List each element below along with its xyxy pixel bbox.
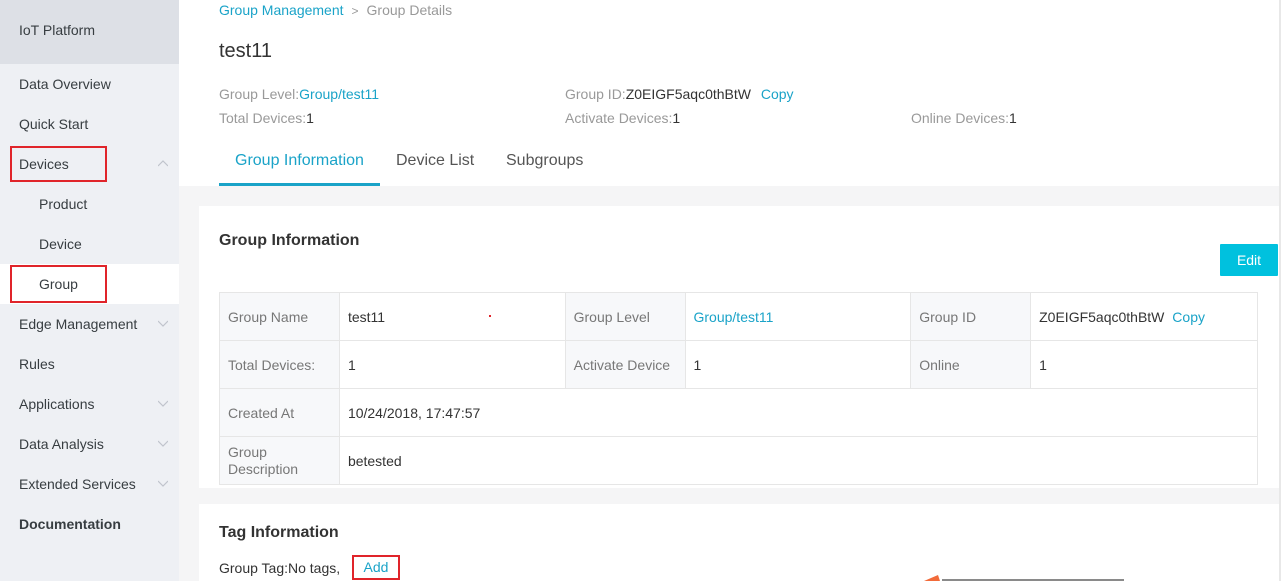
sidebar-item-label: Data Analysis — [19, 436, 104, 452]
sidebar-item-label: Rules — [19, 356, 55, 372]
chevron-down-icon — [158, 399, 168, 408]
chevron-up-icon — [158, 159, 168, 168]
sidebar-title: IoT Platform — [0, 0, 179, 64]
sidebar-item-label: Documentation — [19, 516, 121, 532]
chevron-down-icon — [158, 319, 168, 328]
created-at-value: 10/24/2018, 17:47:57 — [338, 388, 1259, 437]
breadcrumb: Group Management > Group Details — [219, 2, 452, 18]
sidebar-item-label: Applications — [19, 396, 95, 412]
sidebar-item-label: Edge Management — [19, 316, 138, 332]
tab-device-list[interactable]: Device List — [396, 152, 474, 170]
sidebar-item-extended-services[interactable]: Extended Services — [0, 464, 179, 504]
table-row: Created At 10/24/2018, 17:47:57 — [219, 388, 1259, 437]
sidebar-item-label: Extended Services — [19, 476, 136, 492]
group-id-cell: Z0EIGF5aqc0thBtW Copy — [1030, 292, 1258, 341]
page-header: Group Management > Group Details test11 Gr… — [179, 0, 1281, 186]
sidebar-item-documentation[interactable]: Documentation — [0, 504, 179, 544]
tab-subgroups[interactable]: Subgroups — [506, 152, 583, 170]
sidebar-item-label: Product — [39, 196, 88, 212]
group-description-value: betested — [338, 436, 1259, 485]
group-tag-text: Group Tag:No tags, — [219, 560, 341, 576]
total-devices-value: 1 — [306, 110, 314, 126]
edit-button[interactable]: Edit — [1220, 244, 1278, 276]
total-devices-label: Total Devices: — [219, 340, 340, 389]
breadcrumb-separator-icon: > — [351, 4, 359, 18]
group-id-value: Z0EIGF5aqc0thBtW — [625, 86, 751, 102]
online-value: 1 — [1030, 340, 1258, 389]
sidebar-item-label: Quick Start — [19, 116, 89, 132]
active-tab-indicator — [219, 183, 380, 186]
sidebar-item-product[interactable]: Product — [0, 184, 179, 224]
add-tag-link[interactable]: Add — [352, 555, 400, 580]
main-content: Group Management > Group Details test11 Gr… — [179, 0, 1281, 581]
summary-label: Group Level: — [219, 86, 300, 102]
online-label: Online — [910, 340, 1032, 389]
chevron-down-icon — [158, 479, 168, 488]
group-information-card: Group Information Edit Group Name test11… — [199, 206, 1279, 488]
breadcrumb-group-management[interactable]: Group Management — [219, 2, 344, 18]
sidebar-item-label: Data Overview — [19, 76, 111, 92]
activate-device-value: 1 — [684, 340, 912, 389]
group-level-link[interactable]: Group/test11 — [694, 309, 774, 325]
sidebar-item-edge-management[interactable]: Edge Management — [0, 304, 179, 344]
created-at-label: Created At — [219, 388, 340, 437]
summary-group-id: Group ID:Z0EIGF5aqc0thBtW Copy — [565, 86, 794, 102]
annotation-arrow-icon — [924, 575, 1124, 581]
page-title: test11 — [219, 40, 272, 62]
group-name-label: Group Name — [219, 292, 340, 341]
breadcrumb-current: Group Details — [366, 2, 453, 18]
sidebar-item-label: Device — [39, 236, 82, 252]
summary-online-devices: Online Devices:1 — [911, 110, 1017, 126]
red-dot — [488, 315, 491, 317]
copy-group-id-link[interactable]: Copy — [761, 86, 794, 102]
group-level-label: Group Level — [564, 292, 686, 341]
group-level-link[interactable]: Group/test11 — [299, 86, 379, 102]
summary-label: Total Devices: — [219, 110, 307, 126]
group-information-title: Group Information — [219, 232, 360, 249]
group-id-label: Group ID — [910, 292, 1032, 341]
tag-information-title: Tag Information — [219, 524, 339, 541]
online-devices-value: 1 — [1009, 110, 1017, 126]
tag-information-card: Tag Information Group Tag:No tags, Add — [199, 504, 1279, 581]
group-information-table: Group Name test11 Group Level Group/test… — [219, 292, 1259, 485]
group-name-value: test11 — [338, 292, 566, 341]
table-row: Group Name test11 Group Level Group/test… — [219, 292, 1258, 341]
summary-label: Online Devices: — [911, 110, 1010, 126]
tab-group-information[interactable]: Group Information — [235, 152, 364, 170]
summary-activate-devices: Activate Devices:1 — [565, 110, 680, 126]
sidebar-item-applications[interactable]: Applications — [0, 384, 179, 424]
summary-group-level: Group Level:Group/test11 — [219, 86, 379, 102]
highlight-box-devices — [10, 146, 107, 182]
activate-device-label: Activate Device — [564, 340, 686, 389]
group-description-label: Group Description — [219, 436, 340, 485]
sidebar-item-data-analysis[interactable]: Data Analysis — [0, 424, 179, 464]
table-row: Total Devices: 1 Activate Device 1 Onlin… — [219, 340, 1258, 389]
group-level-cell: Group/test11 — [684, 292, 912, 341]
copy-group-id-link[interactable]: Copy — [1172, 309, 1205, 325]
sidebar-item-rules[interactable]: Rules — [0, 344, 179, 384]
group-name-text: test11 — [347, 308, 386, 325]
sidebar: IoT Platform Data Overview Quick Start D… — [0, 0, 179, 581]
sidebar-item-device[interactable]: Device — [0, 224, 179, 264]
chevron-down-icon — [158, 439, 168, 448]
summary-total-devices: Total Devices:1 — [219, 110, 314, 126]
total-devices-value: 1 — [338, 340, 566, 389]
summary-label: Activate Devices: — [565, 110, 673, 126]
sidebar-item-data-overview[interactable]: Data Overview — [0, 64, 179, 104]
summary-label: Group ID: — [565, 86, 626, 102]
sidebar-item-quick-start[interactable]: Quick Start — [0, 104, 179, 144]
table-row: Group Description betested — [219, 436, 1259, 485]
highlight-box-group — [10, 265, 107, 303]
group-id-value: Z0EIGF5aqc0thBtW — [1039, 308, 1165, 325]
activate-devices-value: 1 — [672, 110, 681, 126]
